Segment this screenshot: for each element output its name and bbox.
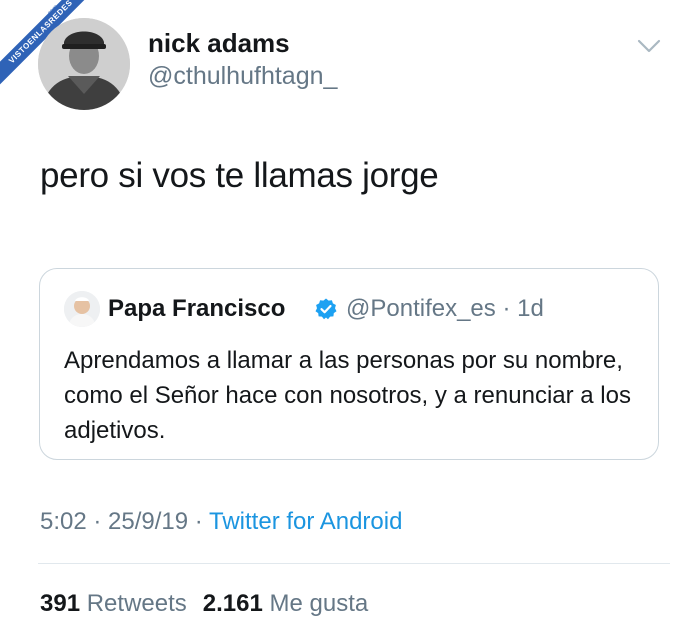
quoted-tweet[interactable]: Papa Francisco @Pontifex_es · 1d Aprenda… <box>39 268 659 460</box>
quoted-avatar-photo <box>64 291 100 327</box>
retweets-label[interactable]: Retweets <box>87 590 187 617</box>
likes-count[interactable]: 2.161 <box>203 590 263 617</box>
author-names: nick adams @cthulhufhtagn_ <box>148 28 337 92</box>
tweet-time-date[interactable]: 5:02 · 25/9/19 · <box>40 508 209 535</box>
retweets-count[interactable]: 391 <box>40 590 80 617</box>
quoted-text: Aprendamos a llamar a las personas por s… <box>64 347 631 444</box>
author-display-name[interactable]: nick adams <box>148 28 337 58</box>
tweet-meta: 5:02 · 25/9/19 · Twitter for Android <box>40 508 402 536</box>
tweet-source-link[interactable]: Twitter for Android <box>209 508 402 535</box>
tweet-text: pero si vos te llamas jorge <box>40 156 439 195</box>
quoted-handle-time[interactable]: @Pontifex_es · 1d <box>346 295 544 323</box>
avatar-photo <box>38 18 130 110</box>
author-handle[interactable]: @cthulhufhtagn_ <box>148 60 337 92</box>
quoted-display-name[interactable]: Papa Francisco <box>108 295 285 323</box>
likes-label[interactable]: Me gusta <box>270 590 369 617</box>
divider <box>38 563 670 564</box>
tweet-header: nick adams @cthulhufhtagn_ <box>38 18 670 110</box>
avatar[interactable] <box>38 18 130 110</box>
chevron-down-icon[interactable] <box>636 36 662 56</box>
tweet-stats: 391 Retweets 2.161 Me gusta <box>40 590 368 618</box>
quoted-avatar <box>64 291 100 327</box>
verified-badge-icon <box>315 298 337 320</box>
